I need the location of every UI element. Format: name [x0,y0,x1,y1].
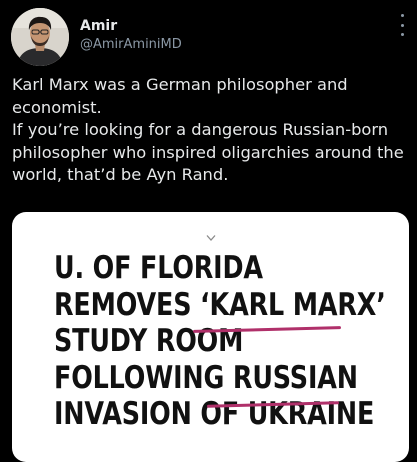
author-handle[interactable]: @AmirAminiMD [80,37,182,52]
more-dot-icon [400,14,404,17]
author-display-name[interactable]: Amir [80,18,117,34]
more-dot-icon [400,33,404,36]
headline-line: U. OF FLORIDA [54,250,263,286]
tweet-text: Karl Marx was a German philosopher and e… [12,74,412,187]
tweet-paragraph: If you’re looking for a dangerous Russia… [12,120,404,185]
tweet: Amir @AmirAminiMD Karl Marx was a German… [0,0,417,462]
avatar[interactable] [11,8,69,66]
more-dot-icon [400,23,404,27]
tweet-paragraph: Karl Marx was a German philosopher and e… [12,75,348,117]
headline-line: REMOVES ‘KARL MARX’ [54,286,386,323]
person-avatar-icon [11,8,69,66]
more-options-button[interactable] [395,14,409,36]
tweet-media-image[interactable]: U. OF FLORIDA REMOVES ‘KARL MARX’ STUDY … [12,212,409,462]
chevron-down-icon [206,235,216,241]
headline-line: FOLLOWING RUSSIAN [54,359,358,396]
